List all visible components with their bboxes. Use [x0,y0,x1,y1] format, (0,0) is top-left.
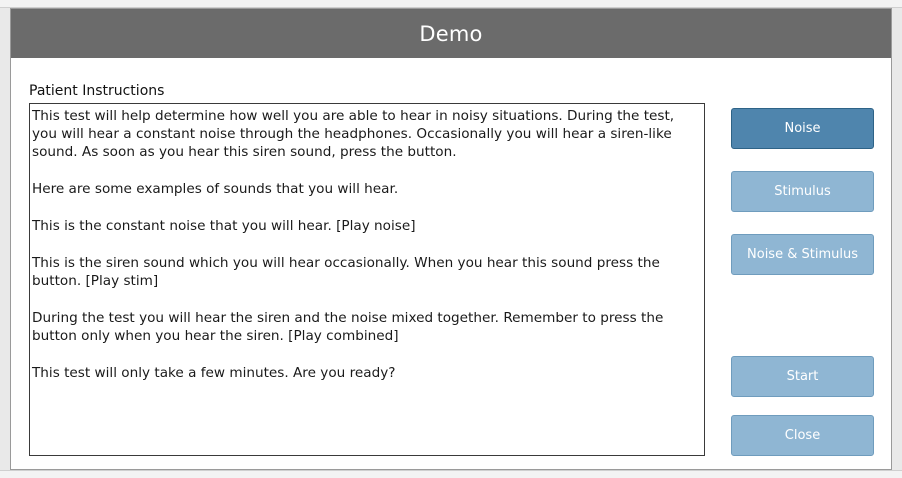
background-top-strip [0,0,902,8]
noise-button[interactable]: Noise [731,108,874,149]
instruction-paragraph: Here are some examples of sounds that yo… [32,181,399,197]
instruction-paragraph: This test will only take a few minutes. … [32,365,396,381]
close-button[interactable]: Close [731,415,874,456]
stimulus-button[interactable]: Stimulus [731,171,874,212]
dialog-title: Demo [419,21,483,46]
instruction-paragraph: This is the siren sound which you will h… [32,255,660,289]
demo-dialog: Demo Patient Instructions This test will… [10,8,892,470]
noise-and-stimulus-button[interactable]: Noise & Stimulus [731,234,874,275]
instruction-paragraph: During the test you will hear the siren … [32,310,664,344]
dialog-titlebar: Demo [11,9,891,58]
patient-instructions-text-area[interactable]: This test will help determine how well y… [29,103,705,456]
start-button[interactable]: Start [731,356,874,397]
instruction-paragraph: This is the constant noise that you will… [32,218,416,234]
patient-instructions-label: Patient Instructions [29,83,165,99]
instruction-paragraph: This test will help determine how well y… [32,108,675,160]
